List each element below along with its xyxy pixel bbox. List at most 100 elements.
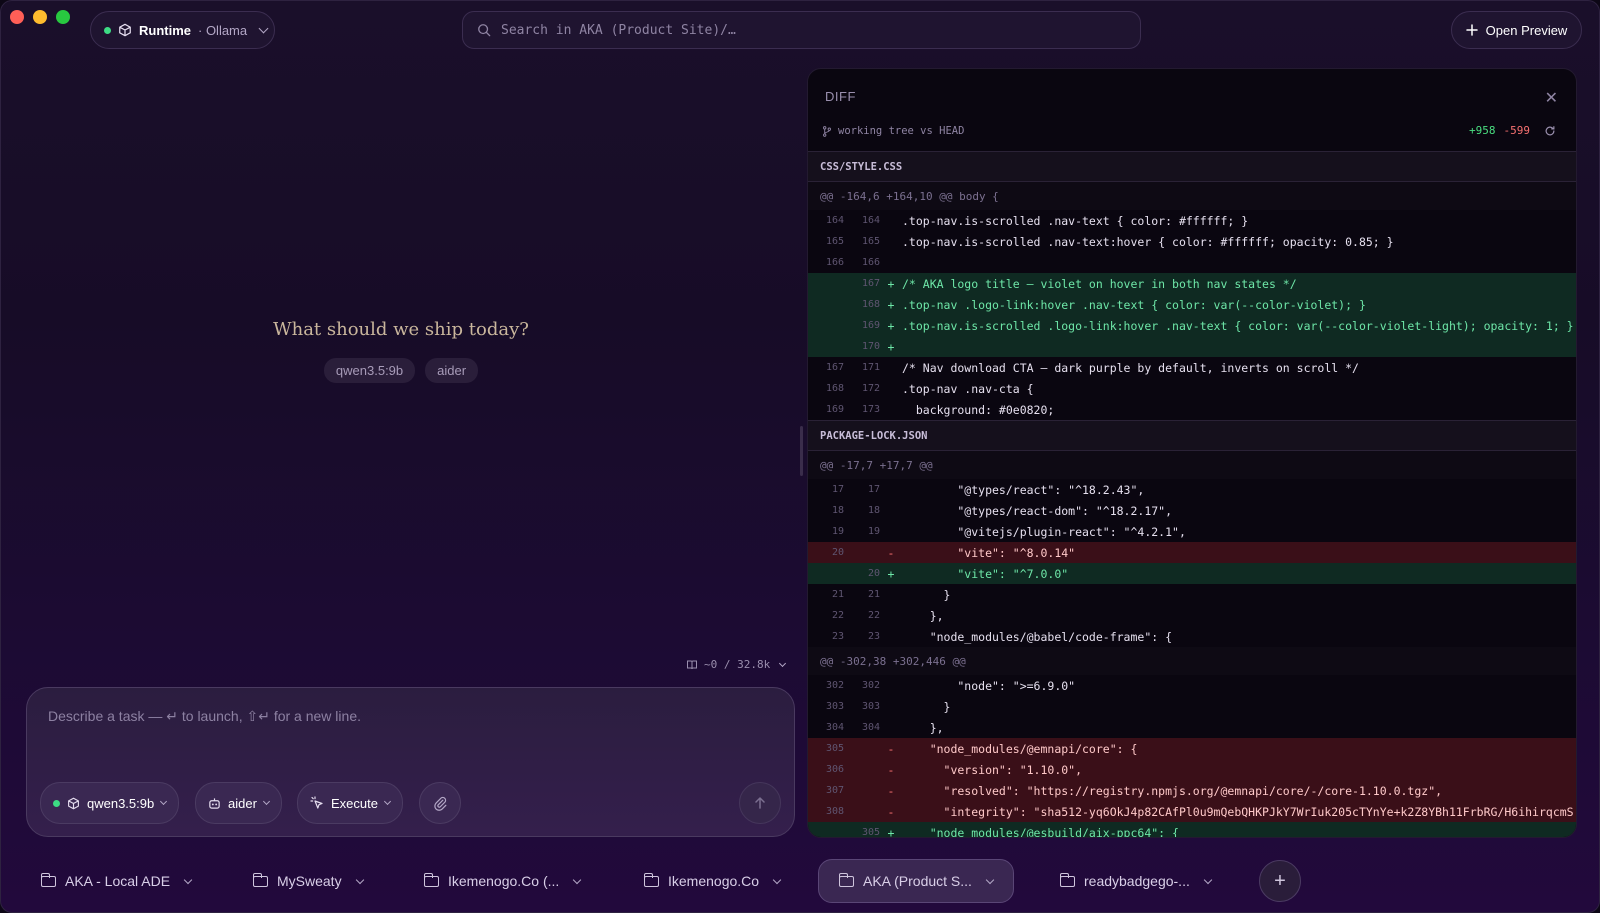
diff-sign [880,525,902,539]
workspace-tab-active[interactable]: AKA (Product S... [818,859,1014,903]
old-line-number: 304 [825,722,844,733]
new-line-number: 167 [861,278,880,289]
diff-sign [880,382,902,396]
code-text: }, [902,608,944,623]
diff-line: 167 171 /* Nav download CTA — dark purple… [808,357,1576,378]
plus-icon [1465,24,1478,36]
old-line-number: 167 [825,362,844,373]
runtime-selector[interactable]: Runtime · Ollama [90,11,275,49]
diff-sign [880,504,902,518]
mode-selector-label: Execute [331,795,378,811]
workspace-tab[interactable]: Ikemenogo.Co (... [423,859,582,903]
panel-resize-handle[interactable] [800,426,803,476]
diff-subtitle-text: working tree vs HEAD [838,125,965,137]
new-line-number: 305 [861,827,880,837]
new-line-number: 173 [861,404,880,415]
diff-line: 19 19 "@vitejs/plugin-react": "^4.2.1", [808,521,1576,542]
code-text: .top-nav .nav-cta { [902,381,1034,396]
chevron-down-icon [985,875,995,884]
diff-line: 169 173 background: #0e0820; [808,399,1576,420]
search-input[interactable]: Search in AKA (Product Site)/… [501,23,736,38]
task-input[interactable]: Describe a task — ↵ to launch, ⇧↵ for a … [48,708,361,725]
app-window: Runtime · Ollama Search in AKA (Product … [0,0,1600,913]
code-text: "@types/react": "^18.2.43", [902,482,1145,497]
diff-sign: - [887,741,895,756]
diff-sign [880,609,902,623]
code-text: "node_modules/@babel/code-frame": { [902,629,1173,644]
old-line-number: 306 [825,764,844,775]
old-line-number: 22 [831,610,844,621]
code-text: "node_modules/@esbuild/aix-ppc64": { [902,825,1179,838]
mode-selector[interactable]: Execute [297,782,403,824]
add-workspace-button[interactable]: + [1259,860,1301,902]
empty-state: What should we ship today? qwen3.5:9b ai… [1,319,801,383]
chevron-down-icon [1203,875,1213,884]
diff-header: DIFF ✕ [808,69,1576,124]
chevron-down-icon [772,875,782,884]
model-selector[interactable]: qwen3.5:9b [40,782,180,824]
workspace-tab-label: readybadgego-... [1084,873,1190,889]
task-composer[interactable]: Describe a task — ↵ to launch, ⇧↵ for a … [26,687,795,837]
diff-line: 21 21 } [808,584,1576,605]
diff-sign [880,361,902,375]
chevron-down-icon [160,797,168,806]
context-usage[interactable]: ~0 / 32.8k [686,658,787,671]
old-line-number: 21 [831,589,844,600]
diff-sign: - [887,804,895,819]
diff-sign [880,588,902,602]
diff-panel: DIFF ✕ working tree vs HEAD +958 -599 CS… [807,68,1577,838]
hero-title: What should we ship today? [273,319,529,340]
search-icon [478,24,491,37]
zoom-window-button[interactable] [56,10,70,24]
close-icon[interactable]: ✕ [1545,88,1558,107]
diff-line: 302 302 "node": ">=6.9.0" [808,675,1576,696]
additions-count: +958 [1469,124,1496,137]
diff-file-header[interactable]: CSS/STYLE.CSS [808,151,1576,182]
new-line-number: 172 [861,383,880,394]
workspace-tab[interactable]: AKA - Local ADE [40,859,193,903]
close-window-button[interactable] [10,10,24,24]
new-line-number: 168 [861,299,880,310]
workspace-tab[interactable]: readybadgego-... [1059,859,1213,903]
book-icon [687,660,697,669]
diff-line: 17 17 "@types/react": "^18.2.43", [808,479,1576,500]
code-text: "node": ">=6.9.0" [902,678,1076,693]
workspace-tab[interactable]: Ikemenogo.Co [643,859,782,903]
folder-icon [252,872,268,887]
send-button[interactable] [739,782,781,824]
new-line-number: 19 [867,526,880,537]
new-line-number: 164 [861,215,880,226]
diff-line-added: 167 + /* AKA logo title — violet on hover … [808,273,1576,294]
new-line-number: 304 [861,722,880,733]
old-line-number: 20 [831,547,844,558]
code-text: .top-nav.is-scrolled .nav-text { color: … [902,213,1249,228]
search-bar[interactable]: Search in AKA (Product Site)/… [462,11,1141,49]
folder-icon [1059,872,1075,887]
open-preview-button[interactable]: Open Preview [1451,11,1582,49]
hero-tags: qwen3.5:9b aider [1,358,801,383]
new-line-number: 170 [861,341,880,352]
old-line-number: 168 [825,383,844,394]
diff-sign [880,483,902,497]
diff-sign [880,630,902,644]
diff-file-header[interactable]: PACKAGE-LOCK.JSON [808,420,1576,451]
workspace-tabs: AKA - Local ADE MySweaty Ikemenogo.Co (.… [26,859,1599,903]
old-line-number: 305 [825,743,844,754]
agent-selector[interactable]: aider [195,782,282,824]
chevron-down-icon [258,23,269,34]
diff-line-added: 170 + [808,336,1576,357]
attach-button[interactable] [419,782,461,824]
old-line-number: 164 [825,215,844,226]
workspace-tab-label: MySweaty [277,873,342,889]
diff-sign: + [887,318,895,333]
code-text: .top-nav.is-scrolled .nav-text:hover { c… [902,234,1394,249]
diff-sign: + [887,297,895,312]
minimize-window-button[interactable] [33,10,47,24]
diff-sign: - [887,762,895,777]
workspace-tab[interactable]: MySweaty [252,859,364,903]
chevron-down-icon [573,875,582,884]
runtime-provider: · Ollama [198,22,248,38]
refresh-icon[interactable] [1544,125,1556,137]
git-branch-icon [823,125,831,137]
diff-line-added: 20 + "vite": "^7.0.0" [808,563,1576,584]
